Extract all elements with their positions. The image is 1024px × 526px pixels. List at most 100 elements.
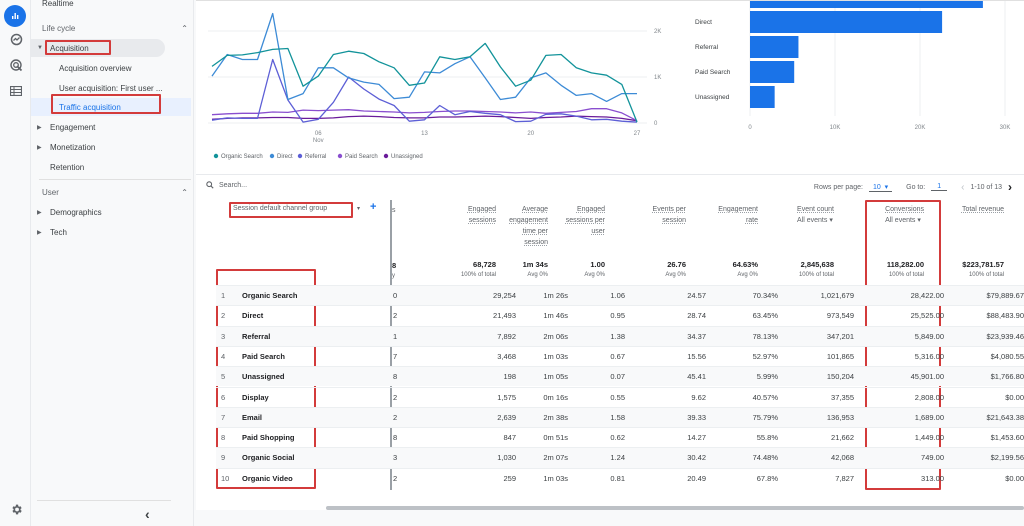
column-header[interactable]: Conversions All events ▾ xyxy=(885,204,924,226)
explore-icon[interactable] xyxy=(6,29,26,49)
table-row[interactable]: 9 Organic Social 3 1,030 2m 07s 1.24 30.42 74.4… xyxy=(216,447,1024,468)
column-header-label: time per xyxy=(522,228,548,235)
sidebar-item-acquisition[interactable]: ▼ Acquisition xyxy=(31,39,165,57)
sidebar-item-traffic-acquisition[interactable]: Traffic acquisition xyxy=(59,98,121,116)
dimension-header[interactable]: Session default channel group xyxy=(233,205,327,212)
table-row[interactable]: 1 Organic Search 0 29,254 1m 26s 1.06 24.57 70.… xyxy=(216,285,1024,306)
table-cell: 5,316.00 xyxy=(914,351,944,361)
event-filter-dropdown[interactable]: All events ▾ xyxy=(885,215,924,226)
column-header[interactable]: Engagement rate xyxy=(718,204,758,226)
column-header[interactable]: Total revenue xyxy=(962,204,1004,215)
partial-column-total-sub: y xyxy=(392,273,395,279)
sidebar-item-user-acquisition[interactable]: User acquisition: First user ... xyxy=(59,79,163,97)
column-header-label: Engaged xyxy=(467,206,496,213)
channel-name: Referral xyxy=(242,331,271,341)
table-cell: 136,953 xyxy=(826,412,854,422)
next-page-icon[interactable]: › xyxy=(1008,180,1012,194)
column-header[interactable]: Average engagement time per session xyxy=(509,204,548,248)
column-header-label: Average xyxy=(522,206,548,213)
reports-icon[interactable] xyxy=(4,5,26,27)
dimension-dropdown-icon[interactable]: ▾ xyxy=(357,205,360,212)
x-tick-label: 20 xyxy=(527,131,534,137)
rows-per-page-value: 10 xyxy=(872,183,881,191)
column-header-label: session xyxy=(662,217,686,224)
table-row[interactable]: 2 Direct 2 21,493 1m 46s 0.95 28.74 63.45% 973,5… xyxy=(216,305,1024,325)
table-cell: 347,201 xyxy=(826,331,854,341)
column-header-label: Events per xyxy=(652,206,686,213)
partial-column-total: 8 xyxy=(392,261,397,270)
legend-swatch xyxy=(213,153,219,159)
table-row[interactable]: 3 Referral 1 7,892 2m 06s 1.38 34.37 78.13% 347,… xyxy=(216,325,1024,346)
sidebar-section-user[interactable]: User ⌃ xyxy=(42,183,192,201)
table-cell: 1m 03s xyxy=(543,473,568,483)
partial-cell: 0 xyxy=(393,291,398,300)
table-cell: 1,689.00 xyxy=(914,412,944,422)
table-cell: 749.00 xyxy=(921,453,944,463)
table-row[interactable]: 5 Unassigned 8 198 1m 05s 0.07 45.41 5.99% 150,2… xyxy=(216,366,1024,387)
row-number: 8 xyxy=(221,433,226,443)
main-content: 0 1K 2K 06 Nov 13 20 27 Organic Search Direct Refe… xyxy=(196,0,1024,526)
partial-column-header: s xyxy=(392,207,396,214)
prev-page-icon[interactable]: ‹ xyxy=(961,182,964,193)
table-cell: 7,827 xyxy=(835,473,854,483)
table-row[interactable]: 10 Organic Video 2 259 1m 03s 0.81 20.49 67.8% 7… xyxy=(216,467,1024,488)
table-row[interactable]: 4 Paid Search 7 3,468 1m 03s 0.67 15.56 52.97% 1… xyxy=(216,345,1024,366)
configure-icon[interactable] xyxy=(6,81,26,101)
row-number: 6 xyxy=(221,392,226,402)
advertising-icon[interactable] xyxy=(6,55,26,75)
y-tick-label: 0 xyxy=(654,121,658,127)
series-line-organic-search xyxy=(211,42,638,123)
line-chart: 0 1K 2K 06Nov 13 20 27 Organic Search Direct Refe… xyxy=(208,12,661,160)
partial-cell: 8 xyxy=(393,372,398,382)
collapse-sidebar-button[interactable]: ‹ xyxy=(145,506,150,522)
table-cell: 3,468 xyxy=(497,351,516,361)
search-icon xyxy=(206,181,214,189)
sidebar-item-acquisition-overview[interactable]: Acquisition overview xyxy=(59,59,131,77)
column-header[interactable]: Events per session xyxy=(653,204,686,226)
table-cell: 259 xyxy=(503,473,516,483)
legend-label: Organic Search xyxy=(221,154,263,160)
table-cell: 29,254 xyxy=(493,291,516,300)
table-row[interactable]: 8 Paid Shopping 8 847 0m 51s 0.62 14.27 55.8% 21… xyxy=(216,427,1024,447)
sidebar-item-retention[interactable]: Retention xyxy=(50,158,84,176)
table-cell: 2m 06s xyxy=(543,331,568,341)
bar-organic-search xyxy=(750,1,983,8)
table-row[interactable]: 7 Email 2 2,639 2m 38s 1.58 39.33 75.79% 136,953… xyxy=(216,406,1024,428)
add-dimension-button[interactable]: + xyxy=(370,201,376,213)
table-cell: $21,643.38 xyxy=(986,412,1024,422)
horizontal-scrollbar[interactable] xyxy=(326,506,1024,510)
table-cell: $0.00 xyxy=(1005,473,1024,483)
table-cell: 1.06 xyxy=(610,291,625,300)
divider xyxy=(37,500,171,501)
goto-input[interactable]: 1 xyxy=(931,183,948,191)
table-cell: 78.13% xyxy=(752,331,778,341)
rows-per-page-select[interactable]: 10 ▾ xyxy=(868,183,893,192)
row-number: 3 xyxy=(221,331,226,341)
column-total: 26.76 xyxy=(667,260,686,269)
sidebar-section-lifecycle[interactable]: Life cycle ⌃ xyxy=(42,19,192,37)
nav-rail xyxy=(0,0,31,526)
gear-icon[interactable] xyxy=(6,499,26,519)
table-row[interactable]: 6 Display 2 1,575 0m 16s 0.55 9.62 40.57% 37,355… xyxy=(216,386,1024,407)
table-cell: 101,865 xyxy=(826,351,854,361)
column-header[interactable]: Engaged sessions xyxy=(468,204,496,226)
search-input[interactable]: Search... xyxy=(219,182,247,189)
partial-cell: 2 xyxy=(393,311,398,321)
column-header[interactable]: Event count All events ▾ xyxy=(797,204,834,226)
column-header[interactable]: Engaged sessions per user xyxy=(566,204,605,237)
table-search[interactable]: Search... xyxy=(206,181,247,189)
column-total: $223,781.57 xyxy=(962,260,1004,269)
table-cell: 70.34% xyxy=(752,291,778,300)
sidebar: Realtime Life cycle ⌃ ▼ Acquisition Acqu… xyxy=(31,0,194,526)
table-cell: 28.74 xyxy=(687,311,706,321)
x-tick-sublabel: Nov xyxy=(313,138,324,144)
table-cell: 15.56 xyxy=(687,351,706,361)
chevron-up-icon: ⌃ xyxy=(181,187,188,197)
table-cell: 1.24 xyxy=(610,453,625,463)
legend-label: Unassigned xyxy=(391,154,423,160)
series-line-direct xyxy=(211,12,637,103)
sidebar-item-realtime[interactable]: Realtime xyxy=(42,0,74,12)
x-tick-label: 0 xyxy=(748,125,752,131)
event-filter-dropdown[interactable]: All events ▾ xyxy=(797,215,834,226)
table-cell: 1m 03s xyxy=(543,351,568,361)
